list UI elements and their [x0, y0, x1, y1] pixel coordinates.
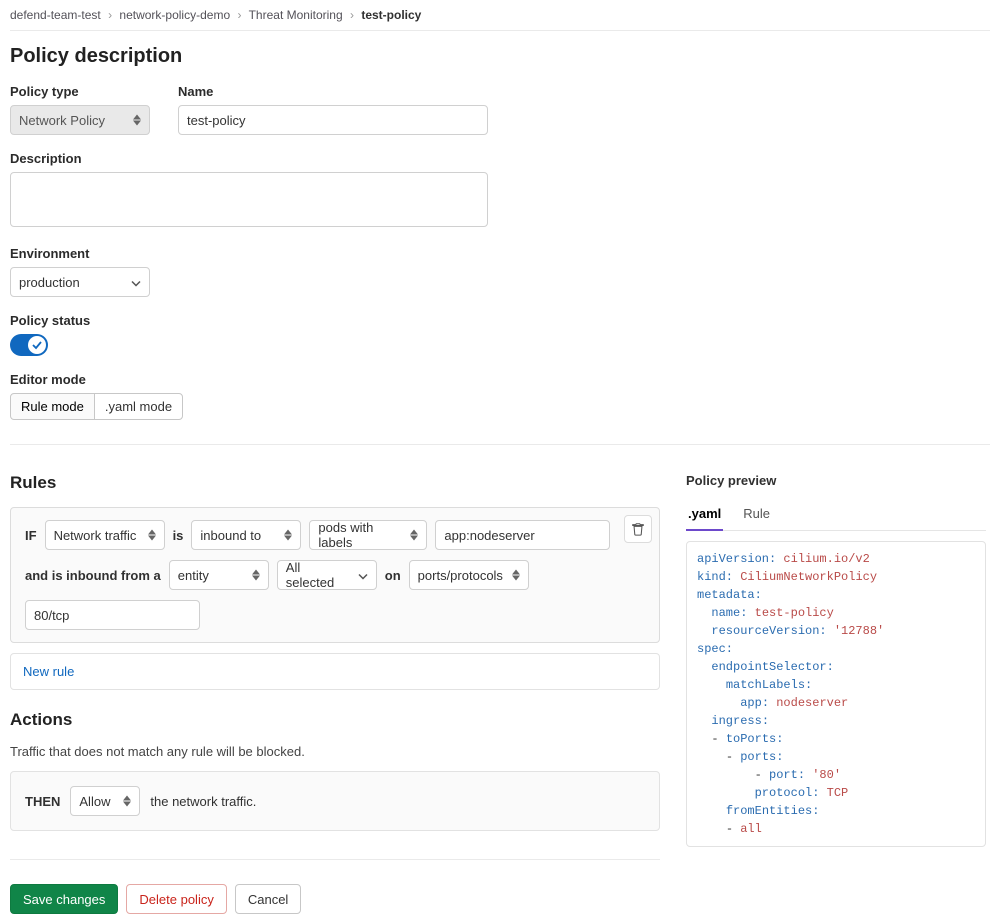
tab-yaml[interactable]: .yaml — [686, 500, 723, 531]
policy-status-label: Policy status — [10, 313, 990, 328]
policy-type-value: Network Policy — [19, 113, 105, 128]
divider — [10, 30, 990, 31]
sort-arrows-icon — [131, 115, 143, 126]
new-rule-link[interactable]: New rule — [23, 664, 74, 679]
policy-status-toggle[interactable] — [10, 334, 48, 356]
environment-select[interactable]: production — [10, 267, 150, 297]
sort-arrows-icon — [510, 570, 522, 581]
description-label: Description — [10, 151, 990, 166]
direction-select[interactable]: inbound to — [191, 520, 301, 550]
sort-arrows-icon — [250, 570, 262, 581]
preview-tabs: .yaml Rule — [686, 500, 986, 531]
preview-heading: Policy preview — [686, 473, 986, 488]
sort-arrows-icon — [146, 530, 158, 541]
rules-heading: Rules — [10, 473, 660, 493]
chevron-down-icon — [358, 568, 368, 583]
rule-card: IF Network traffic is inbound to — [10, 507, 660, 643]
editor-mode-rule-button[interactable]: Rule mode — [10, 393, 95, 420]
all-selected-dropdown[interactable]: All selected — [277, 560, 377, 590]
decision-value: Allow — [79, 794, 110, 809]
sort-arrows-icon — [282, 530, 294, 541]
labels-input[interactable] — [435, 520, 610, 550]
delete-rule-button[interactable] — [624, 515, 652, 543]
breadcrumb-item[interactable]: Threat Monitoring — [249, 8, 343, 22]
policy-type-select: Network Policy — [10, 105, 150, 135]
editor-mode-yaml-button[interactable]: .yaml mode — [94, 393, 183, 420]
actions-heading: Actions — [10, 710, 660, 730]
breadcrumb-item[interactable]: defend-team-test — [10, 8, 101, 22]
action-card: THEN Allow the network traffic. — [10, 771, 660, 831]
breadcrumb: defend-team-test › network-policy-demo ›… — [10, 8, 990, 30]
ports-value: ports/protocols — [418, 568, 503, 583]
tab-rule[interactable]: Rule — [741, 500, 772, 530]
check-icon — [32, 340, 42, 350]
new-rule-row: New rule — [10, 653, 660, 690]
entity-select[interactable]: entity — [169, 560, 269, 590]
environment-value: production — [19, 275, 80, 290]
then-label: THEN — [25, 794, 60, 809]
environment-label: Environment — [10, 246, 990, 261]
target-value: pods with labels — [318, 520, 400, 550]
delete-policy-button[interactable]: Delete policy — [126, 884, 226, 914]
on-label: on — [385, 568, 401, 583]
all-selected-value: All selected — [286, 560, 350, 590]
and-from-label: and is inbound from a — [25, 568, 161, 583]
chevron-right-icon: › — [350, 8, 354, 22]
breadcrumb-item[interactable]: network-policy-demo — [119, 8, 230, 22]
if-label: IF — [25, 528, 37, 543]
breadcrumb-current: test-policy — [361, 8, 421, 22]
editor-mode-segment: Rule mode .yaml mode — [10, 393, 183, 420]
description-textarea[interactable] — [10, 172, 488, 227]
toggle-knob — [28, 336, 46, 354]
chevron-right-icon: › — [108, 8, 112, 22]
ports-select[interactable]: ports/protocols — [409, 560, 529, 590]
direction-value: inbound to — [200, 528, 261, 543]
chevron-down-icon — [131, 275, 141, 290]
name-label: Name — [178, 84, 488, 99]
sort-arrows-icon — [121, 796, 133, 807]
port-input[interactable] — [25, 600, 200, 630]
action-trailer: the network traffic. — [150, 794, 256, 809]
yaml-preview: apiVersion: cilium.io/v2 kind: CiliumNet… — [686, 541, 986, 847]
entity-value: entity — [178, 568, 209, 583]
page-title: Policy description — [10, 45, 990, 68]
target-select[interactable]: pods with labels — [309, 520, 427, 550]
policy-type-label: Policy type — [10, 84, 150, 99]
cancel-button[interactable]: Cancel — [235, 884, 301, 914]
name-input[interactable] — [178, 105, 488, 135]
chevron-right-icon: › — [237, 8, 241, 22]
traffic-type-value: Network traffic — [54, 528, 137, 543]
sort-arrows-icon — [408, 530, 420, 541]
trash-icon — [631, 522, 645, 536]
traffic-type-select[interactable]: Network traffic — [45, 520, 165, 550]
actions-hint: Traffic that does not match any rule wil… — [10, 744, 660, 759]
divider — [10, 859, 660, 860]
divider — [10, 444, 990, 445]
save-button[interactable]: Save changes — [10, 884, 118, 914]
is-label: is — [173, 528, 184, 543]
decision-select[interactable]: Allow — [70, 786, 140, 816]
footer-actions: Save changes Delete policy Cancel — [10, 884, 660, 914]
editor-mode-label: Editor mode — [10, 372, 990, 387]
